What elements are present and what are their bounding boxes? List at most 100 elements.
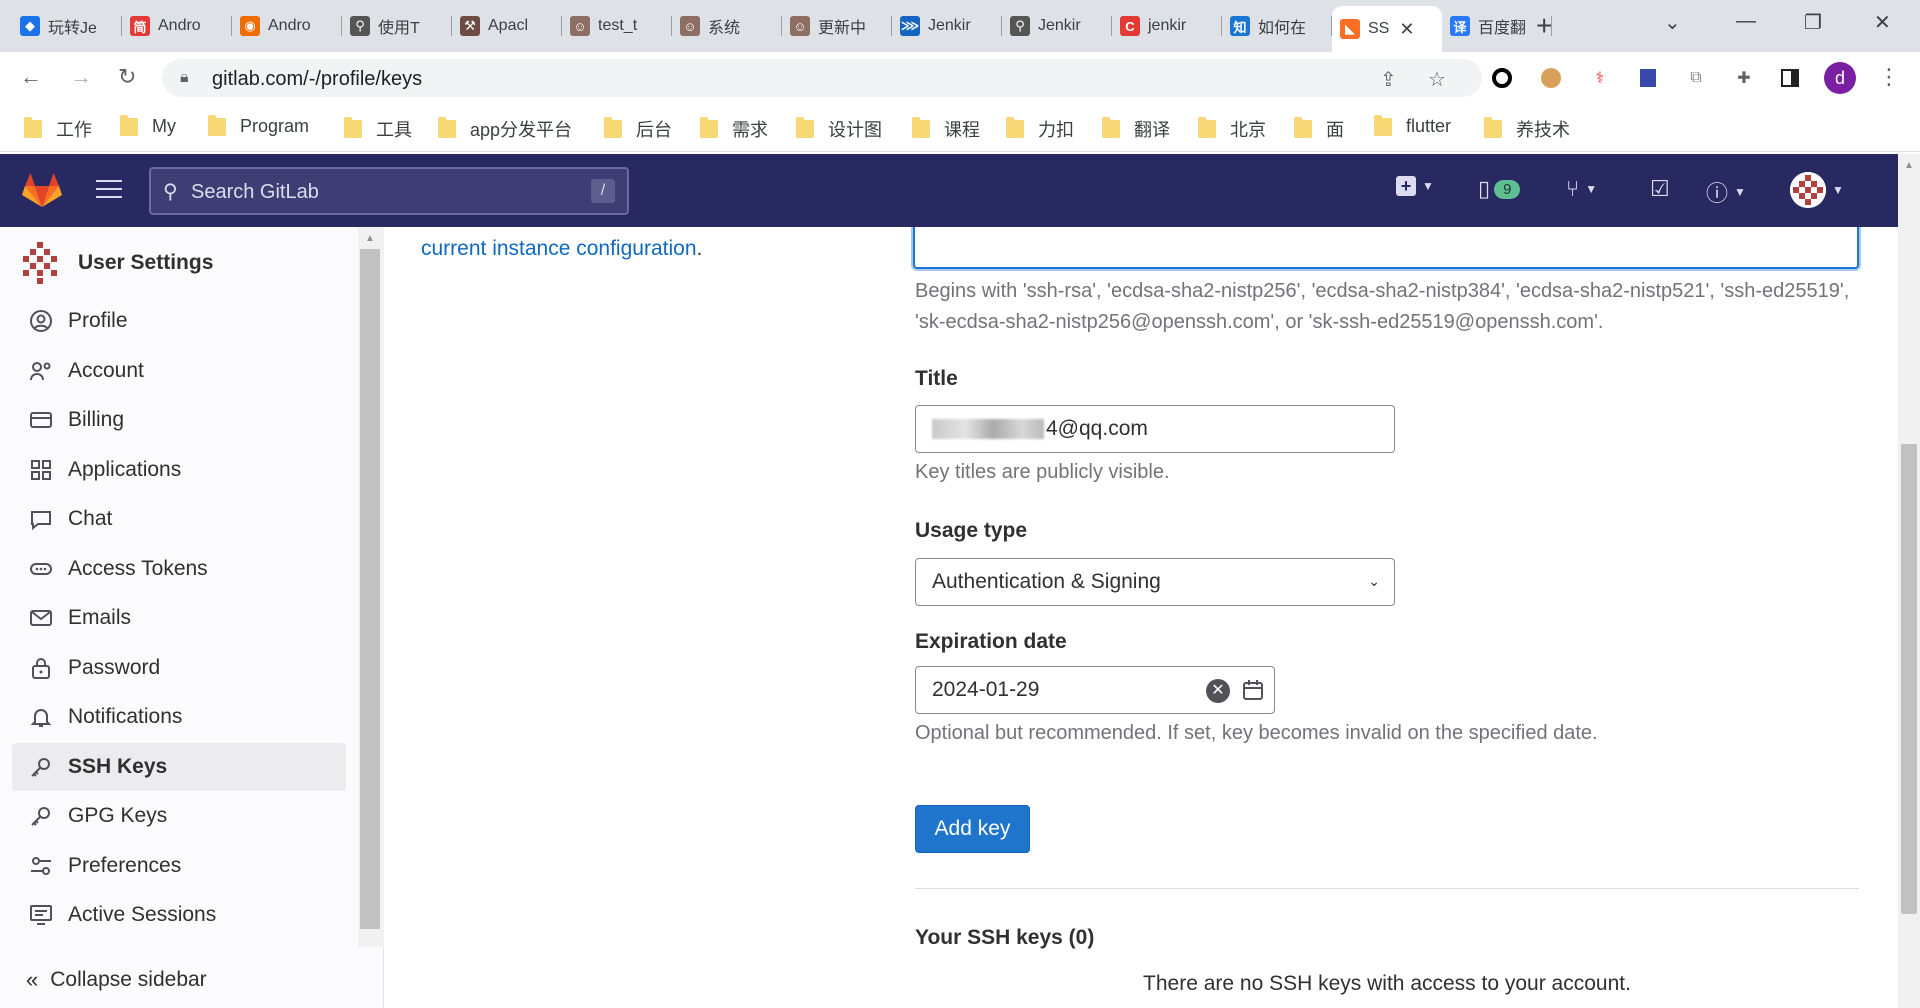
browser-tab[interactable]: ☺ test_t — [562, 8, 672, 44]
share-icon[interactable]: ⇪ — [1380, 67, 1397, 92]
url-text[interactable]: gitlab.com/-/profile/keys — [212, 68, 422, 91]
close-window-icon[interactable]: ✕ — [1874, 10, 1891, 35]
bookmark-label: 课程 — [944, 120, 980, 140]
bookmark-label: 翻译 — [1134, 120, 1170, 140]
sidebar-item-label: SSH Keys — [68, 755, 168, 778]
minimize-icon[interactable]: — — [1736, 10, 1756, 33]
sitemap-icon[interactable]: ⚕ — [1588, 66, 1612, 90]
bookmark-item[interactable]: 工作 — [24, 116, 92, 142]
key-textarea[interactable] — [913, 227, 1859, 269]
browser-tab[interactable]: ☺ 系统 — [672, 8, 782, 44]
browser-tab[interactable]: ☺ 更新中 — [782, 8, 892, 44]
back-icon[interactable]: ← — [20, 64, 42, 90]
reload-icon[interactable]: ↻ — [118, 64, 136, 90]
scroll-up-arrow-icon[interactable]: ▲ — [365, 233, 375, 244]
expiration-date-input[interactable]: 2024-01-29 ✕ — [915, 666, 1275, 714]
sidebar-item-ssh-keys[interactable]: SSH Keys — [12, 743, 346, 791]
sidebar-item-profile[interactable]: Profile — [12, 297, 346, 345]
side-panel-icon[interactable] — [1778, 66, 1802, 90]
sidebar-scrollbar-thumb[interactable] — [360, 249, 380, 929]
new-tab-button[interactable]: + — [1536, 10, 1552, 42]
tab-favicon-icon: ☺ — [570, 16, 590, 36]
clear-date-icon[interactable]: ✕ — [1206, 679, 1230, 703]
bookmark-item[interactable]: 设计图 — [796, 116, 882, 142]
lock-icon[interactable]: 🔒︎ — [180, 69, 189, 87]
create-new-dropdown[interactable]: + ▼ — [1396, 176, 1434, 196]
bookmark-item[interactable]: Program — [208, 114, 309, 137]
browser-tab[interactable]: ◉ Andro — [232, 8, 342, 44]
title-input[interactable]: 4@qq.com — [915, 405, 1395, 453]
bookmark-item[interactable]: 翻译 — [1102, 116, 1170, 142]
sidebar-item-chat[interactable]: Chat — [12, 495, 346, 543]
close-tab-icon[interactable]: ✕ — [1399, 19, 1414, 40]
merge-requests-dropdown[interactable]: ⑂ ▼ — [1566, 176, 1597, 202]
bookmark-item[interactable]: 课程 — [912, 116, 980, 142]
sidebar-title: User Settings — [78, 251, 214, 274]
bookmark-item[interactable]: My — [120, 114, 176, 137]
sidebar-item-billing[interactable]: Billing — [12, 396, 346, 444]
bookmark-item[interactable]: 需求 — [700, 116, 768, 142]
extension-blue-icon[interactable] — [1636, 66, 1660, 90]
browser-tab[interactable]: ⋙ Jenkir — [892, 8, 1002, 44]
browser-tab[interactable]: Cjenkir — [1112, 8, 1222, 44]
browser-tab[interactable]: ◣ SS ✕ — [1332, 6, 1442, 52]
user-menu-dropdown[interactable]: ▼ — [1790, 172, 1844, 208]
sidebar-item-emails[interactable]: Emails — [12, 594, 346, 642]
token-icon — [28, 556, 54, 582]
sidebar-item-preferences[interactable]: Preferences — [12, 842, 346, 890]
restore-icon[interactable]: ❐ — [1804, 10, 1822, 35]
page-scrollbar-thumb[interactable] — [1901, 444, 1917, 914]
address-bar: ← → ↻ 🔒︎ gitlab.com/-/profile/keys ⇪ ☆ ⚕… — [0, 52, 1920, 104]
help-dropdown[interactable]: ⓘ ▼ — [1706, 176, 1746, 208]
issues-button[interactable]: ▯ 9 — [1478, 176, 1521, 202]
search-gitlab-input[interactable]: ⚲ Search GitLab / — [149, 167, 629, 215]
menu-icon[interactable] — [96, 180, 122, 200]
sidebar-item-gpg-keys[interactable]: GPG Keys — [12, 792, 346, 840]
folder-icon — [1294, 117, 1312, 138]
cookie-icon[interactable] — [1539, 66, 1563, 90]
gitlab-logo-icon[interactable] — [22, 172, 62, 208]
browser-tab[interactable]: ⚲ 使用T — [342, 8, 452, 44]
search-placeholder: Search GitLab — [191, 181, 319, 203]
sidebar-item-active-sessions[interactable]: Active Sessions — [12, 891, 346, 939]
tab-favicon-icon: 译 — [1450, 16, 1470, 36]
sidebar-item-access-tokens[interactable]: Access Tokens — [12, 545, 346, 593]
forward-icon[interactable]: → — [70, 64, 92, 90]
bookmark-item[interactable]: 力扣 — [1006, 116, 1074, 142]
browser-tab[interactable]: 知如何在 — [1222, 8, 1332, 44]
omnibox[interactable]: 🔒︎ gitlab.com/-/profile/keys ⇪ ☆ — [162, 59, 1482, 97]
browser-tab[interactable]: ⚒ Apacl — [452, 8, 562, 44]
bookmark-item[interactable]: 养技术 — [1484, 116, 1570, 142]
sidebar-header[interactable]: User Settings — [18, 241, 213, 285]
extensions-puzzle-icon[interactable]: ✚ — [1732, 66, 1756, 90]
bookmark-item[interactable]: flutter — [1374, 114, 1451, 137]
browser-tab[interactable]: ⚲ Jenkir — [1002, 8, 1112, 44]
sidebar-item-account[interactable]: Account — [12, 347, 346, 395]
sidebar-item-notifications[interactable]: Notifications — [12, 693, 346, 741]
sidebar-scrollbar[interactable]: ▲ — [358, 227, 384, 947]
todos-button[interactable]: ☑ — [1650, 176, 1670, 202]
browser-menu-icon[interactable]: ⋮ — [1878, 64, 1900, 90]
sidebar-item-password[interactable]: Password — [12, 644, 346, 692]
collapse-sidebar-button[interactable]: « Collapse sidebar — [26, 967, 207, 993]
tab-search-icon[interactable]: ⌄ — [1664, 10, 1681, 35]
browser-tab[interactable]: 简 Andro — [122, 8, 232, 44]
add-key-button[interactable]: Add key — [915, 805, 1030, 853]
browser-tab[interactable]: ◆ 玩转Je — [12, 8, 122, 44]
scroll-up-arrow-icon[interactable]: ▲ — [1904, 160, 1914, 171]
sidebar-item-applications[interactable]: Applications — [12, 446, 346, 494]
bookmark-item[interactable]: 面 — [1294, 116, 1344, 142]
instance-configuration-link[interactable]: current instance configuration — [421, 237, 697, 260]
bookmark-star-icon[interactable]: ☆ — [1428, 67, 1446, 92]
bookmark-item[interactable]: 后台 — [604, 116, 672, 142]
bookmark-item[interactable]: app分发平台 — [438, 116, 572, 142]
page-scrollbar[interactable]: ▲ — [1898, 154, 1920, 1008]
key-format-help: Begins with 'ssh-rsa', 'ecdsa-sha2-nistp… — [915, 280, 1850, 333]
bookmark-item[interactable]: 工具 — [344, 116, 412, 142]
zip-icon[interactable]: ⧉ — [1684, 66, 1708, 90]
browser-profile-avatar[interactable]: d — [1824, 62, 1856, 94]
usage-type-select[interactable]: Authentication & Signing ⌄ — [915, 558, 1395, 606]
calendar-icon[interactable] — [1242, 679, 1264, 701]
extension-circle-icon[interactable] — [1490, 66, 1514, 90]
bookmark-item[interactable]: 北京 — [1198, 116, 1266, 142]
